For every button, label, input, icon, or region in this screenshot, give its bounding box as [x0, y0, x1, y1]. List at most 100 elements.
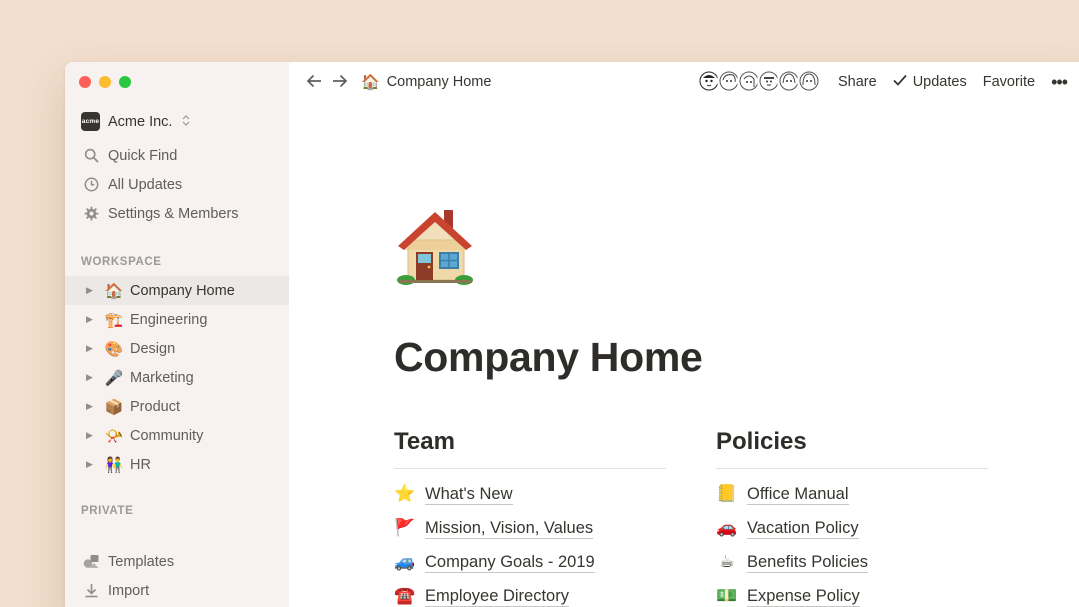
page-link-label: Employee Directory — [425, 586, 569, 607]
expand-triangle-icon[interactable]: ▶ — [86, 285, 98, 296]
expand-triangle-icon[interactable]: ▶ — [86, 459, 98, 470]
page-link-expense[interactable]: 💵 Expense Policy — [716, 579, 988, 607]
telephone-icon: ☎️ — [394, 586, 416, 605]
expand-triangle-icon[interactable]: ▶ — [86, 343, 98, 354]
palette-icon: 🎨 — [104, 340, 124, 358]
minimize-window-button[interactable] — [99, 76, 111, 88]
flag-icon: 🚩 — [394, 518, 416, 537]
sidebar-item-all-updates[interactable]: All Updates — [65, 170, 289, 199]
zoom-window-button[interactable] — [119, 76, 131, 88]
sidebar-item-label: Marketing — [130, 369, 194, 386]
breadcrumb[interactable]: 🏠 Company Home — [361, 73, 491, 91]
people-icon: 👫 — [104, 456, 124, 474]
sidebar-item-label: Engineering — [130, 311, 208, 328]
house-icon: 🏠 — [361, 74, 380, 91]
share-button[interactable]: Share — [838, 74, 877, 90]
updates-label: Updates — [912, 74, 967, 90]
page-content: Company Home Team ⭐ What's New 🚩 Mission… — [289, 102, 1079, 607]
sidebar-item-hr[interactable]: ▶ 👫 HR — [65, 450, 289, 479]
divider — [394, 468, 666, 469]
private-section-label: PRIVATE — [81, 505, 134, 517]
clock-icon — [82, 177, 100, 192]
sidebar-item-settings[interactable]: Settings & Members — [65, 199, 289, 228]
red-car-icon: 🚗 — [716, 518, 738, 537]
close-window-button[interactable] — [79, 76, 91, 88]
page-title[interactable]: Company Home — [394, 334, 703, 381]
notebook-icon: 📒 — [716, 484, 738, 503]
page-link-label: Company Goals - 2019 — [425, 552, 595, 573]
page-link-mission[interactable]: 🚩 Mission, Vision, Values — [394, 511, 666, 545]
team-column: Team ⭐ What's New 🚩 Mission, Vision, Val… — [394, 422, 666, 607]
workspace-section-label: WORKSPACE — [81, 256, 162, 268]
car-icon: 🚙 — [394, 552, 416, 571]
sidebar-item-design[interactable]: ▶ 🎨 Design — [65, 334, 289, 363]
search-icon — [82, 148, 100, 163]
sidebar-item-engineering[interactable]: ▶ 🏗️ Engineering — [65, 305, 289, 334]
expand-triangle-icon[interactable]: ▶ — [86, 401, 98, 412]
page-link-directory[interactable]: ☎️ Employee Directory — [394, 579, 666, 607]
sidebar-item-marketing[interactable]: ▶ 🎤 Marketing — [65, 363, 289, 392]
team-heading[interactable]: Team — [394, 422, 666, 462]
chevron-updown-icon — [182, 114, 190, 129]
expand-triangle-icon[interactable]: ▶ — [86, 430, 98, 441]
sidebar-item-label: Quick Find — [108, 147, 178, 164]
money-icon: 💵 — [716, 586, 738, 605]
templates-icon — [82, 554, 100, 569]
coffee-icon: ☕ — [719, 552, 735, 571]
avatar — [797, 69, 821, 93]
workspace-name: Acme Inc. — [108, 113, 173, 130]
page-link-goals[interactable]: 🚙 Company Goals - 2019 — [394, 545, 666, 579]
forward-arrow-icon[interactable] — [327, 72, 353, 93]
divider — [716, 468, 988, 469]
topbar-actions: Share Updates Favorite ••• — [838, 62, 1068, 102]
sidebar-item-templates[interactable]: Templates — [65, 547, 289, 576]
workspace-switcher[interactable]: acme Acme Inc. — [81, 112, 190, 131]
policies-heading[interactable]: Policies — [716, 422, 988, 462]
page-link-vacation[interactable]: 🚗 Vacation Policy — [716, 511, 988, 545]
construction-icon: 🏗️ — [104, 311, 124, 329]
sidebar-bottom: Templates Import — [65, 547, 289, 605]
sidebar-item-label: Import — [108, 582, 150, 599]
package-icon: 📦 — [104, 398, 124, 416]
microphone-icon: 🎤 — [104, 369, 124, 387]
sidebar-item-label: Product — [130, 398, 180, 415]
sidebar-item-quick-find[interactable]: Quick Find — [65, 141, 289, 170]
page-link-office-manual[interactable]: 📒 Office Manual — [716, 477, 988, 511]
page-link-label: Expense Policy — [747, 586, 860, 607]
sidebar-item-label: Settings & Members — [108, 205, 239, 222]
horn-icon: 📯 — [104, 427, 124, 445]
sidebar-item-community[interactable]: ▶ 📯 Community — [65, 421, 289, 450]
sidebar-item-label: All Updates — [108, 176, 183, 193]
sidebar-item-import[interactable]: Import — [65, 576, 289, 605]
page-link-label: Vacation Policy — [747, 518, 859, 539]
expand-triangle-icon[interactable]: ▶ — [86, 372, 98, 383]
policies-column: Policies 📒 Office Manual 🚗 Vacation Poli… — [716, 422, 988, 607]
page-link-label: What's New — [425, 484, 513, 505]
expand-triangle-icon[interactable]: ▶ — [86, 314, 98, 325]
sidebar-item-label: Community — [130, 427, 204, 444]
app-window: acme Acme Inc. Quick Find All Updates Se… — [65, 62, 1079, 607]
page-link-label: Office Manual — [747, 484, 849, 505]
sidebar-item-label: Templates — [108, 553, 175, 570]
breadcrumb-label: Company Home — [386, 74, 492, 90]
sidebar-nav: Quick Find All Updates Settings & Member… — [65, 141, 289, 228]
workspace-pages: ▶ 🏠 Company Home ▶ 🏗️ Engineering ▶ 🎨 De… — [65, 276, 289, 479]
updates-button[interactable]: Updates — [893, 74, 967, 90]
sidebar-item-label: Design — [130, 340, 176, 357]
page-link-whats-new[interactable]: ⭐ What's New — [394, 477, 666, 511]
sidebar: acme Acme Inc. Quick Find All Updates Se… — [65, 62, 289, 607]
back-arrow-icon[interactable] — [301, 72, 327, 93]
sidebar-item-product[interactable]: ▶ 📦 Product — [65, 392, 289, 421]
star-icon: ⭐ — [394, 484, 416, 503]
collaborator-avatars[interactable] — [697, 69, 821, 93]
more-options-icon[interactable]: ••• — [1051, 72, 1068, 93]
house-page-icon[interactable] — [394, 204, 476, 288]
house-icon: 🏠 — [104, 282, 124, 300]
workspace-logo: acme — [81, 112, 100, 131]
favorite-button[interactable]: Favorite — [983, 74, 1035, 90]
page-link-benefits[interactable]: ☕ Benefits Policies — [716, 545, 988, 579]
checkmark-icon — [893, 74, 907, 90]
sidebar-item-label: Company Home — [130, 282, 235, 299]
sidebar-item-company-home[interactable]: ▶ 🏠 Company Home — [65, 276, 289, 305]
sidebar-item-label: HR — [130, 456, 151, 473]
